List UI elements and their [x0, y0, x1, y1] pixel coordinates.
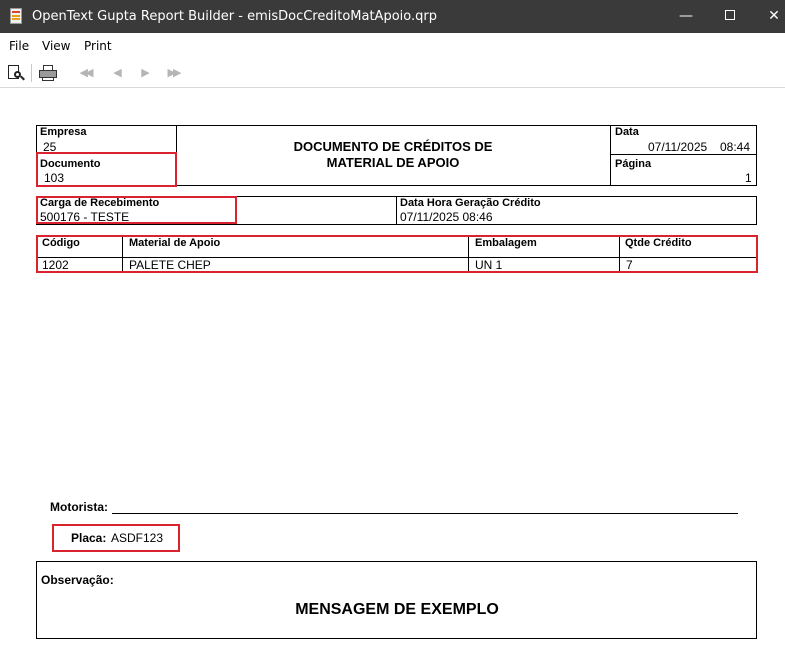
print-preview-icon[interactable] — [6, 64, 26, 82]
motorista-signature-line — [112, 513, 738, 514]
data-hora-geracao-value: 07/11/2025 08:46 — [400, 210, 493, 224]
minimize-icon: — — [679, 8, 693, 24]
first-page-icon[interactable]: ◀◀ — [74, 64, 96, 82]
hora-value: 08:44 — [720, 140, 751, 154]
mensagem-text: MENSAGEM DE EXEMPLO — [295, 601, 499, 618]
pagina-label: Página — [615, 158, 652, 170]
menu-file[interactable]: File — [9, 39, 29, 53]
observacao-label: Observação: — [41, 573, 114, 587]
data-hora-geracao-label: Data Hora Geração Crédito — [400, 197, 541, 209]
toolbar: ◀◀ ◀ ▶ ▶▶ — [0, 58, 785, 88]
app-icon — [10, 8, 22, 24]
previous-page-icon[interactable]: ◀ — [106, 64, 126, 82]
carga-label: Carga de Recebimento — [40, 197, 160, 209]
menu-bar: File View Print — [0, 33, 785, 57]
close-icon: ✕ — [768, 8, 780, 24]
col-header-codigo: Código — [42, 237, 80, 249]
table-cell-qtde: 7 — [626, 258, 633, 272]
maximize-icon — [725, 10, 735, 20]
menu-print[interactable]: Print — [84, 39, 112, 53]
document-title: DOCUMENTO DE CRÉDITOS DE MATERIAL DE APO… — [178, 139, 608, 171]
report-page: Empresa 25 Documento 103 DOCUMENTO DE CR… — [0, 89, 785, 663]
empresa-label: Empresa — [40, 126, 87, 138]
title-bar: OpenText Gupta Report Builder - emisDocC… — [0, 0, 785, 33]
minimize-button[interactable]: — — [663, 0, 709, 33]
table-cell-codigo: 1202 — [42, 258, 69, 272]
last-page-icon[interactable]: ▶▶ — [162, 64, 184, 82]
placa-value: ASDF123 — [111, 531, 164, 545]
data-label: Data — [615, 126, 639, 138]
maximize-button[interactable] — [707, 0, 753, 33]
col-header-material: Material de Apoio — [129, 237, 221, 249]
placa-label: Placa: — [71, 531, 107, 545]
documento-label: Documento — [40, 158, 101, 170]
next-page-icon[interactable]: ▶ — [134, 64, 154, 82]
data-value: 07/11/2025 — [648, 140, 708, 154]
pagina-value: 1 — [745, 171, 752, 185]
close-button[interactable]: ✕ — [751, 0, 785, 33]
toolbar-separator — [31, 64, 32, 82]
menu-view[interactable]: View — [42, 39, 70, 53]
window-title: OpenText Gupta Report Builder - emisDocC… — [32, 9, 437, 24]
observacao-box — [36, 561, 757, 639]
table-cell-material: PALETE CHEP — [129, 258, 211, 272]
document-title-line2: MATERIAL DE APOIO — [326, 155, 460, 170]
col-header-embalagem: Embalagem — [475, 237, 537, 249]
carga-value: 500176 - TESTE — [40, 210, 130, 224]
document-title-line1: DOCUMENTO DE CRÉDITOS DE — [293, 139, 493, 154]
motorista-label: Motorista: — [50, 500, 108, 514]
documento-value: 103 — [44, 171, 65, 185]
col-header-qtde: Qtde Crédito — [625, 237, 692, 249]
print-icon[interactable] — [38, 64, 58, 82]
table-cell-embalagem: UN 1 — [475, 258, 503, 272]
